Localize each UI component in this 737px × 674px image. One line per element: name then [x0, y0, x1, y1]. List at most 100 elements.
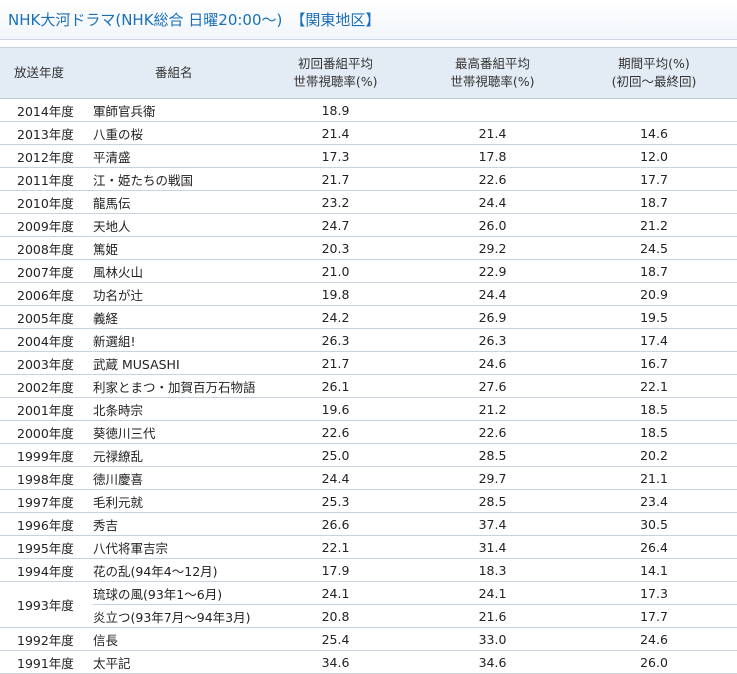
cell-max-rating: 22.6: [414, 167, 571, 191]
table-row: 2001年度 北条時宗 19.6 21.2 18.5: [0, 397, 737, 421]
cell-year: 2014年度: [0, 98, 93, 122]
table-row: 2014年度 軍師官兵衛 18.9: [0, 98, 737, 122]
cell-program: 新選組!: [93, 328, 257, 352]
cell-period-average: 18.7: [571, 259, 737, 283]
cell-program: 江・姫たちの戦国: [93, 167, 257, 191]
cell-max-rating: 18.3: [414, 558, 571, 582]
cell-period-average: 20.9: [571, 282, 737, 306]
cell-year: 1992年度: [0, 627, 93, 651]
cell-year: 1991年度: [0, 650, 93, 674]
cell-year: 2000年度: [0, 420, 93, 444]
cell-period-average: 23.4: [571, 489, 737, 513]
cell-max-rating: 22.6: [414, 420, 571, 444]
cell-period-average: 26.4: [571, 535, 737, 559]
cell-first-rating: 25.0: [257, 443, 414, 467]
table-row: 2012年度 平清盛 17.3 17.8 12.0: [0, 144, 737, 168]
cell-period-average: 21.1: [571, 466, 737, 490]
cell-period-average: 17.7: [571, 167, 737, 191]
cell-program: 琉球の風(93年1～6月): [93, 581, 257, 605]
cell-first-rating: 20.3: [257, 236, 414, 260]
cell-period-average: 17.7: [571, 604, 737, 628]
region-label: 【関東地区】: [290, 11, 381, 29]
cell-program: 八代将軍吉宗: [93, 535, 257, 559]
table-row: 2011年度 江・姫たちの戦国 21.7 22.6 17.7: [0, 167, 737, 191]
cell-first-rating: 26.3: [257, 328, 414, 352]
cell-program: 天地人: [93, 213, 257, 237]
header-year: 放送年度: [0, 47, 93, 99]
table-row: 2003年度 武蔵 MUSASHI 21.7 24.6 16.7: [0, 351, 737, 375]
cell-period-average: 20.2: [571, 443, 737, 467]
cell-year: 2001年度: [0, 397, 93, 421]
table-row: 2000年度 葵徳川三代 22.6 22.6 18.5: [0, 420, 737, 444]
table-header: 放送年度 番組名 初回番組平均 世帯視聴率(%) 最高番組平均 世帯視聴率(%)…: [0, 47, 737, 99]
cell-first-rating: 26.6: [257, 512, 414, 536]
cell-max-rating: 24.4: [414, 282, 571, 306]
cell-program: 平清盛: [93, 144, 257, 168]
cell-max-rating: 28.5: [414, 443, 571, 467]
cell-max-rating: 22.9: [414, 259, 571, 283]
cell-first-rating: 17.9: [257, 558, 414, 582]
cell-max-rating: 26.9: [414, 305, 571, 329]
cell-period-average: 12.0: [571, 144, 737, 168]
table-row: 1996年度 秀吉 26.6 37.4 30.5: [0, 512, 737, 536]
header-first-line2: 世帯視聴率(%): [293, 74, 378, 89]
header-period-average: 期間平均(%) (初回～最終回): [571, 47, 737, 99]
table-row: 2007年度 風林火山 21.0 22.9 18.7: [0, 259, 737, 283]
cell-first-rating: 34.6: [257, 650, 414, 674]
cell-program: 風林火山: [93, 259, 257, 283]
cell-period-average: 18.7: [571, 190, 737, 214]
header-max-line2: 世帯視聴率(%): [450, 74, 535, 89]
header-max-line1: 最高番組平均: [454, 56, 530, 71]
cell-year: 2002年度: [0, 374, 93, 398]
cell-max-rating: 33.0: [414, 627, 571, 651]
cell-max-rating: 26.3: [414, 328, 571, 352]
cell-year: 2012年度: [0, 144, 93, 168]
cell-max-rating: 37.4: [414, 512, 571, 536]
cell-program: 八重の桜: [93, 121, 257, 145]
cell-program: 花の乱(94年4～12月): [93, 558, 257, 582]
cell-period-average: 26.0: [571, 650, 737, 674]
cell-first-rating: 19.8: [257, 282, 414, 306]
cell-max-rating: 17.8: [414, 144, 571, 168]
table-row: 1991年度 太平記 34.6 34.6 26.0: [0, 650, 737, 674]
cell-year: 1993年度: [0, 581, 93, 628]
cell-max-rating: 24.4: [414, 190, 571, 214]
cell-max-rating: 29.2: [414, 236, 571, 260]
cell-year: 1995年度: [0, 535, 93, 559]
table-row: 炎立つ(93年7月～94年3月) 20.8 21.6 17.7: [0, 604, 737, 628]
table-row: 1992年度 信長 25.4 33.0 24.6: [0, 627, 737, 651]
cell-year: 2013年度: [0, 121, 93, 145]
table-row: 2008年度 篤姫 20.3 29.2 24.5: [0, 236, 737, 260]
cell-period-average: 14.6: [571, 121, 737, 145]
cell-period-average: 18.5: [571, 397, 737, 421]
cell-max-rating: [414, 98, 571, 122]
cell-max-rating: 21.4: [414, 121, 571, 145]
table-row: 1998年度 徳川慶喜 24.4 29.7 21.1: [0, 466, 737, 490]
cell-year: 2008年度: [0, 236, 93, 260]
table-row: 1997年度 毛利元就 25.3 28.5 23.4: [0, 489, 737, 513]
cell-year: 1998年度: [0, 466, 93, 490]
cell-year: 2003年度: [0, 351, 93, 375]
cell-program: 元禄繚乱: [93, 443, 257, 467]
cell-year: 1994年度: [0, 558, 93, 582]
cell-first-rating: 22.1: [257, 535, 414, 559]
cell-period-average: 16.7: [571, 351, 737, 375]
table-row: 2009年度 天地人 24.7 26.0 21.2: [0, 213, 737, 237]
cell-program: 龍馬伝: [93, 190, 257, 214]
cell-first-rating: 22.6: [257, 420, 414, 444]
cell-year: 2004年度: [0, 328, 93, 352]
table-row: 1995年度 八代将軍吉宗 22.1 31.4 26.4: [0, 535, 737, 559]
cell-period-average: 19.5: [571, 305, 737, 329]
cell-first-rating: 24.4: [257, 466, 414, 490]
cell-max-rating: 27.6: [414, 374, 571, 398]
cell-program: 徳川慶喜: [93, 466, 257, 490]
cell-max-rating: 34.6: [414, 650, 571, 674]
cell-first-rating: 24.1: [257, 581, 414, 605]
cell-program: 北条時宗: [93, 397, 257, 421]
cell-year: 2011年度: [0, 167, 93, 191]
ratings-table: 放送年度 番組名 初回番組平均 世帯視聴率(%) 最高番組平均 世帯視聴率(%)…: [0, 47, 737, 674]
cell-program: 軍師官兵衛: [93, 98, 257, 122]
cell-first-rating: 19.6: [257, 397, 414, 421]
cell-first-rating: 21.7: [257, 351, 414, 375]
cell-first-rating: 21.4: [257, 121, 414, 145]
